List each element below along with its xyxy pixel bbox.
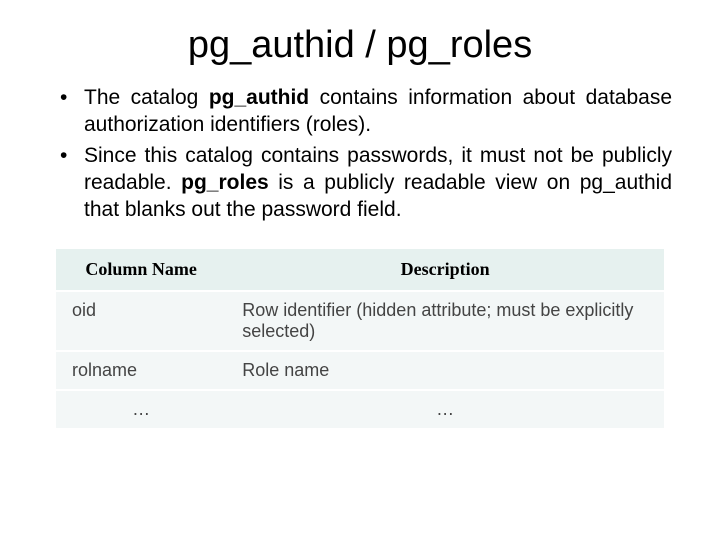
table-row: oid Row identifier (hidden attribute; mu… (56, 291, 664, 351)
cell-column-name: … (56, 390, 226, 429)
table-row: rolname Role name (56, 351, 664, 390)
cell-column-name: rolname (56, 351, 226, 390)
table-header-description: Description (226, 249, 664, 291)
bullet-bold: pg_roles (181, 171, 269, 194)
table-header-row: Column Name Description (56, 249, 664, 291)
table-container: Column Name Description oid Row identifi… (56, 249, 664, 430)
cell-description: Row identifier (hidden attribute; must b… (226, 291, 664, 351)
cell-description: Role name (226, 351, 664, 390)
cell-column-name: oid (56, 291, 226, 351)
bullet-item: Since this catalog contains passwords, i… (70, 143, 672, 224)
page-title: pg_authid / pg_roles (48, 24, 672, 67)
cell-description: … (226, 390, 664, 429)
slide: pg_authid / pg_roles The catalog pg_auth… (0, 0, 720, 540)
table-header-column-name: Column Name (56, 249, 226, 291)
bullet-text: The catalog (84, 86, 209, 109)
bullet-item: The catalog pg_authid contains informati… (70, 85, 672, 139)
table-row: … … (56, 390, 664, 429)
columns-table: Column Name Description oid Row identifi… (56, 249, 664, 430)
bullet-list: The catalog pg_authid contains informati… (48, 85, 672, 223)
bullet-bold: pg_authid (209, 86, 309, 109)
